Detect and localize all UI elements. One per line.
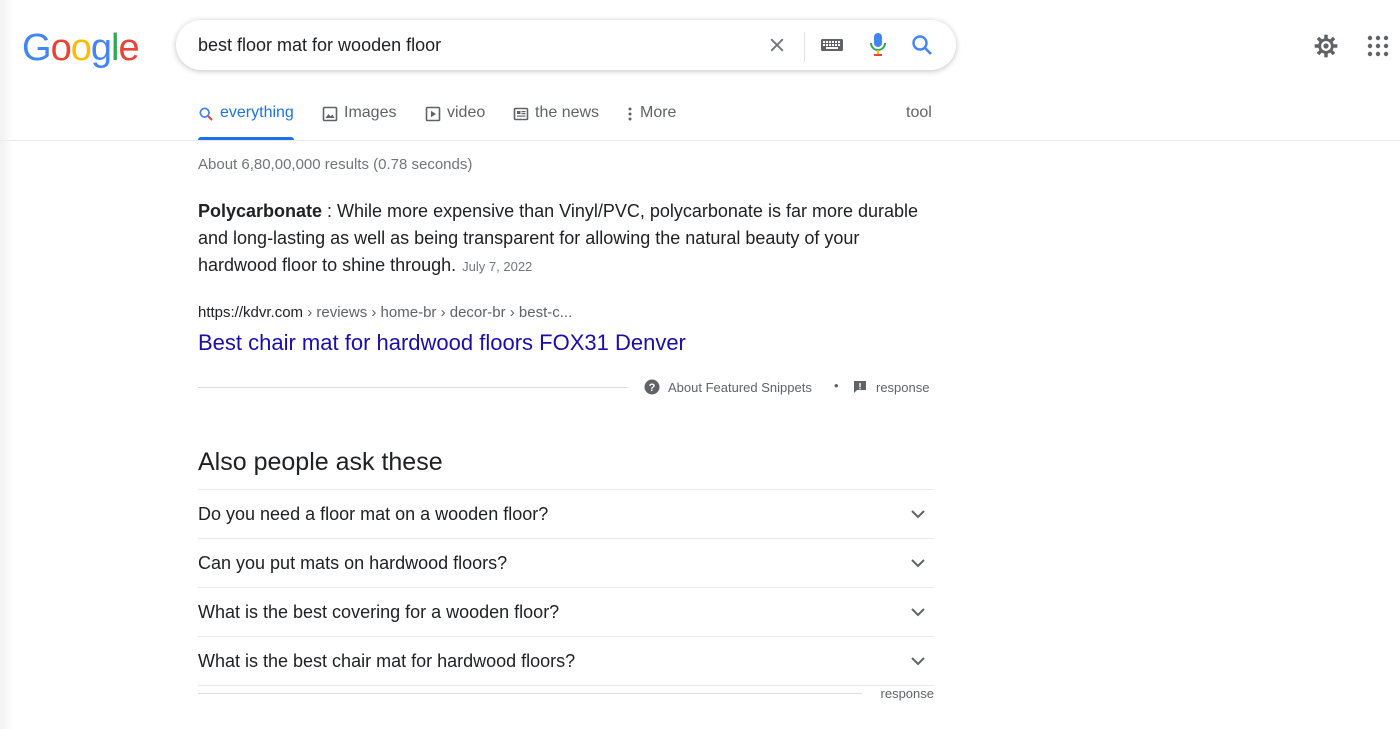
apps-grid-icon	[1367, 35, 1389, 57]
people-also-ask-heading: Also people ask these	[198, 448, 443, 476]
tab-label: More	[640, 104, 677, 121]
logo-letter: G	[22, 27, 52, 69]
microphone-icon	[870, 33, 886, 56]
result-url[interactable]: https://kdvr.com › reviews › home-br › d…	[198, 304, 572, 321]
search-tabs: everything Images video the news More to…	[198, 104, 934, 140]
result-stats: About 6,80,00,000 results (0.78 seconds)	[198, 156, 473, 173]
tab-video[interactable]: video	[425, 104, 485, 140]
paa-question-item[interactable]: Can you put mats on hardwood floors?	[198, 539, 934, 588]
tabs-divider	[0, 140, 1400, 141]
tab-everything[interactable]: everything	[198, 104, 294, 140]
result-title-link[interactable]: Best chair mat for hardwood floors FOX31…	[198, 330, 686, 356]
paa-question-text: What is the best chair mat for hardwood …	[198, 651, 576, 671]
tools-label: tool	[906, 104, 932, 121]
voice-search-button[interactable]	[865, 32, 891, 58]
paa-question-item[interactable]: What is the best chair mat for hardwood …	[198, 637, 934, 686]
svg-text:?: ?	[649, 382, 656, 394]
chevron-down-icon	[911, 657, 925, 666]
chevron-down-icon	[911, 510, 925, 519]
search-icon	[912, 35, 932, 55]
tab-more[interactable]: More	[626, 104, 676, 140]
keyboard-button[interactable]	[819, 32, 845, 58]
left-edge-shade	[0, 0, 14, 729]
snippet-bold-term: Polycarbonate	[198, 201, 323, 221]
tab-label: Images	[344, 104, 397, 121]
tools-button[interactable]: tool	[906, 104, 932, 140]
paa-footer-divider	[198, 693, 862, 694]
feedback-icon	[854, 381, 866, 393]
google-logo[interactable]: Google	[22, 27, 140, 70]
snippet-footer-divider	[198, 387, 628, 388]
search-icon	[199, 107, 213, 121]
snippet-date: July 7, 2022	[462, 259, 533, 274]
paa-question-text: What is the best covering for a wooden f…	[198, 602, 560, 622]
snippet-feedback-button[interactable]: response	[852, 379, 929, 395]
logo-letter: o	[50, 27, 72, 69]
about-featured-snippets-link[interactable]: ? About Featured Snippets	[644, 379, 812, 395]
feedback-label: response	[876, 379, 930, 395]
logo-letter: g	[90, 27, 112, 69]
tab-label: the news	[535, 104, 600, 121]
tab-news[interactable]: the news	[513, 104, 599, 140]
close-icon	[770, 38, 784, 52]
featured-snippet-text: Polycarbonate : While more expensive tha…	[198, 198, 934, 280]
paa-question-text: Can you put mats on hardwood floors?	[198, 553, 508, 573]
keyboard-icon	[821, 39, 843, 51]
search-divider	[804, 32, 805, 62]
clear-search-button[interactable]	[764, 32, 790, 58]
paa-question-item[interactable]: Do you need a floor mat on a wooden floo…	[198, 490, 934, 539]
about-featured-snippets-label: About Featured Snippets	[668, 379, 812, 395]
settings-button[interactable]	[1312, 32, 1340, 60]
image-icon	[322, 106, 338, 122]
apps-button[interactable]	[1364, 32, 1392, 60]
paa-question-item[interactable]: What is the best covering for a wooden f…	[198, 588, 934, 637]
settings-gear-icon	[1314, 34, 1338, 58]
logo-letter: l	[110, 27, 120, 69]
tab-label: everything	[220, 104, 294, 121]
chevron-down-icon	[911, 559, 925, 568]
logo-letter: e	[118, 27, 139, 69]
search-submit-button[interactable]	[909, 32, 935, 58]
result-url-domain: https://kdvr.com	[198, 304, 304, 321]
news-icon	[513, 107, 529, 121]
snippet-footer: ? About Featured Snippets • response	[198, 376, 934, 400]
search-bar	[176, 20, 956, 70]
help-icon: ?	[644, 379, 660, 395]
more-vert-icon	[628, 107, 632, 121]
result-url-breadcrumb: › reviews › home-br › decor-br › best-c.…	[303, 304, 573, 321]
tab-images[interactable]: Images	[322, 104, 396, 140]
separator-dot: •	[834, 378, 839, 393]
people-also-ask-footer: response	[198, 684, 934, 704]
search-input[interactable]	[198, 33, 738, 57]
tab-label: video	[447, 104, 486, 121]
people-also-ask-list: Do you need a floor mat on a wooden floo…	[198, 489, 934, 686]
paa-feedback-button[interactable]: response	[881, 686, 934, 701]
paa-question-text: Do you need a floor mat on a wooden floo…	[198, 504, 549, 524]
video-icon	[425, 106, 441, 122]
logo-letter: o	[70, 27, 92, 69]
chevron-down-icon	[911, 608, 925, 617]
